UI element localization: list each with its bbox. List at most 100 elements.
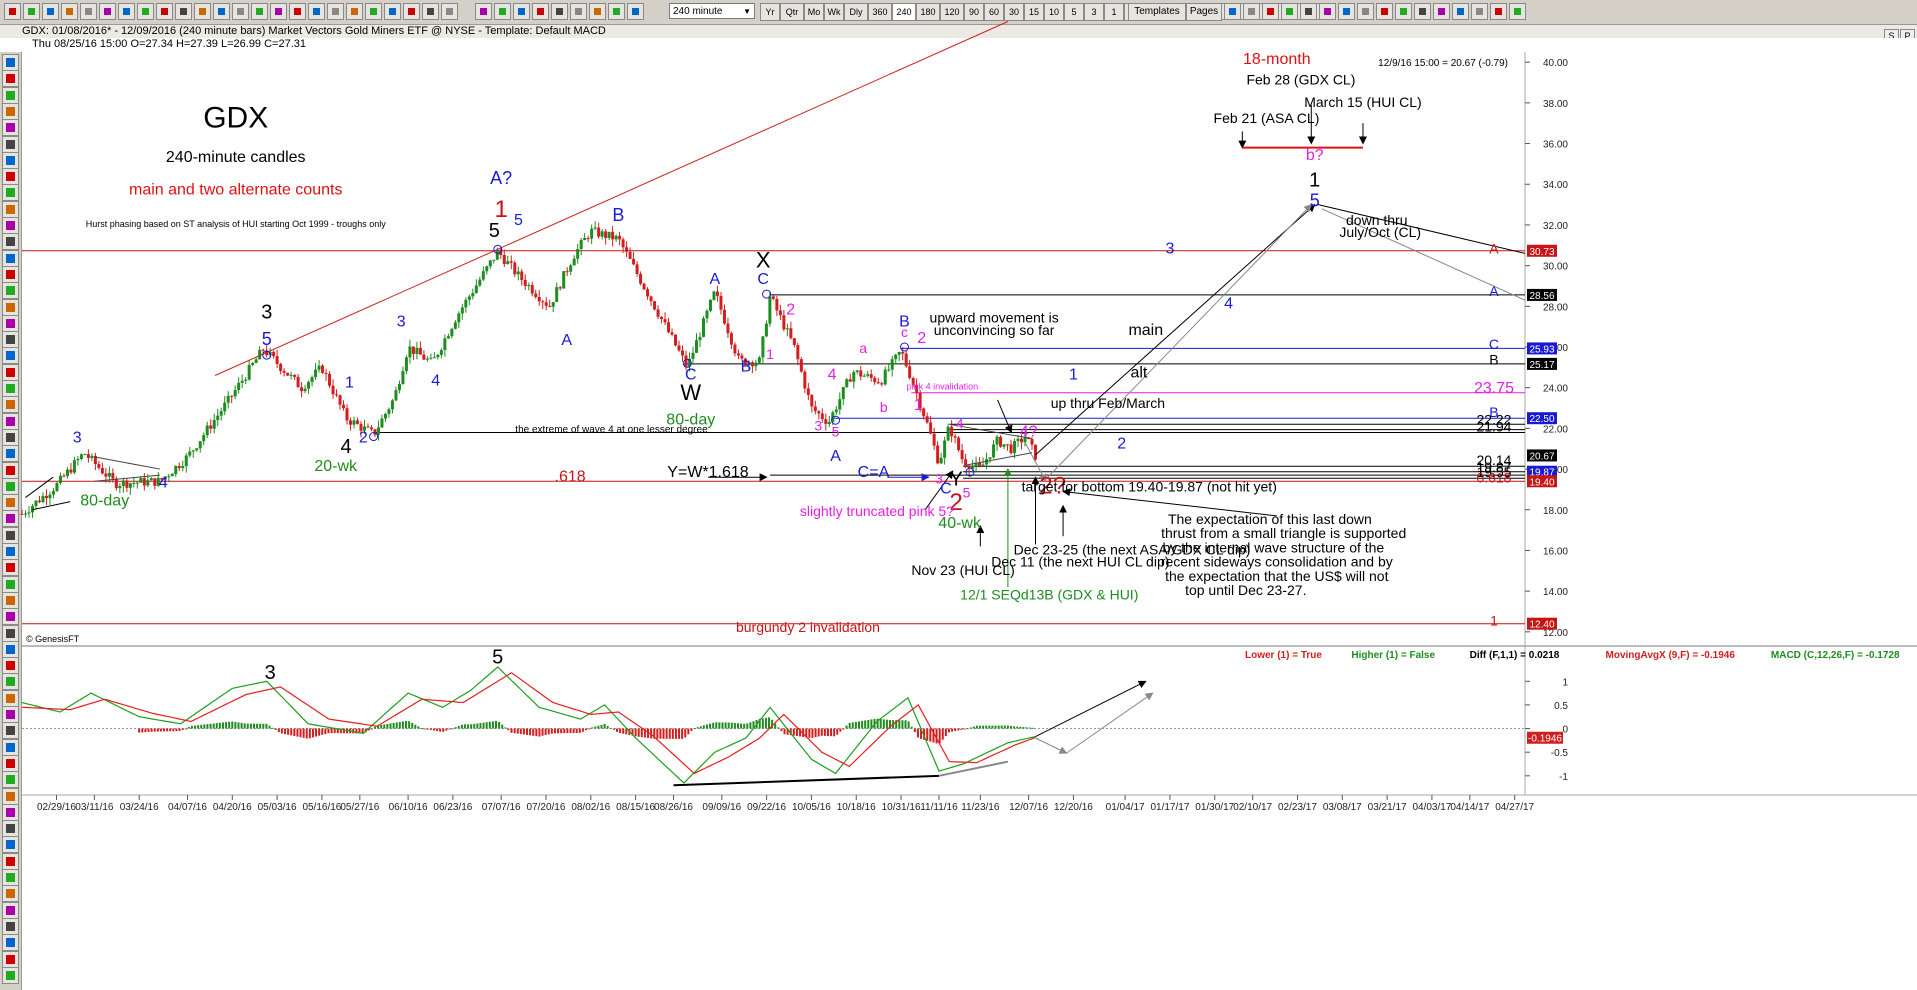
macd-histogram-bar xyxy=(401,721,404,729)
candle-body xyxy=(191,450,195,452)
price-chart[interactable]: 12.0014.0016.0018.0020.0022.0024.0026.00… xyxy=(0,0,1917,990)
candle-body xyxy=(258,349,262,360)
candle-body xyxy=(827,421,831,424)
candle-body xyxy=(957,437,961,451)
macd-histogram-bar xyxy=(426,728,429,730)
candle-body xyxy=(195,448,199,451)
macd-histogram-bar xyxy=(1022,727,1025,729)
candle-body xyxy=(443,338,447,351)
candle-body xyxy=(488,260,492,267)
macd-histogram-bar xyxy=(473,723,476,729)
macd-histogram-bar xyxy=(243,723,246,729)
candle-body xyxy=(44,495,48,499)
candle-body xyxy=(275,356,279,364)
macd-histogram-bar xyxy=(221,722,224,729)
macd-histogram-bar xyxy=(826,728,829,737)
candle-body xyxy=(782,315,786,330)
macd-histogram-bar xyxy=(392,722,395,729)
candle-body xyxy=(785,328,789,330)
macd-histogram-bar xyxy=(476,723,479,729)
wave-label: GDX xyxy=(203,101,268,134)
wave-label: main and two alternate counts xyxy=(129,181,342,198)
candle-body xyxy=(425,358,429,360)
candle-body xyxy=(726,323,730,334)
candle-body xyxy=(586,238,590,240)
macd-histogram-bar xyxy=(634,728,637,737)
candle-body xyxy=(625,247,629,252)
macd-histogram-bar xyxy=(991,725,994,729)
macd-histogram-bar xyxy=(1006,725,1009,729)
time-axis-label: 10/18/16 xyxy=(837,802,876,813)
macd-histogram-bar xyxy=(839,728,842,732)
candle-body xyxy=(380,418,384,428)
macd-histogram-bar xyxy=(569,728,572,734)
candle-body xyxy=(754,362,758,367)
candle-body xyxy=(55,483,59,492)
macd-histogram-bar xyxy=(836,728,839,735)
macd-histogram-bar xyxy=(777,727,780,729)
wave-label: 5 xyxy=(262,329,272,349)
macd-histogram-bar xyxy=(879,719,882,729)
candle-body xyxy=(369,427,373,430)
macd-histogram-bar xyxy=(665,728,668,739)
macd-histogram-bar xyxy=(795,728,798,737)
candle-body xyxy=(450,328,454,337)
macd-histogram-bar xyxy=(1025,727,1028,729)
candle-body xyxy=(890,359,894,370)
candle-body xyxy=(817,411,821,414)
candle-body xyxy=(604,231,608,238)
candle-body xyxy=(824,419,828,424)
macd-histogram-bar xyxy=(491,721,494,729)
wave-label: 21.94 xyxy=(1476,418,1511,434)
candle-body xyxy=(946,426,950,441)
wave-label: A xyxy=(830,448,841,465)
candle-body xyxy=(750,362,754,367)
price-axis-label: 24.00 xyxy=(1543,384,1568,395)
candle-body xyxy=(335,394,339,396)
candle-body xyxy=(261,349,265,351)
candle-body xyxy=(58,475,62,484)
macd-histogram-bar xyxy=(699,726,702,729)
macd-legend-item: MovingAvgX (9,F) = -0.1946 xyxy=(1606,650,1736,661)
candle-body xyxy=(509,261,513,263)
macd-histogram-bar xyxy=(274,728,277,730)
time-axis-label: 02/29/16 xyxy=(37,802,76,813)
macd-histogram-bar xyxy=(212,723,215,729)
macd-histogram-bar xyxy=(588,728,591,730)
candle-body xyxy=(649,296,653,302)
price-axis-label: 18.00 xyxy=(1543,506,1568,517)
macd-histogram-bar xyxy=(594,726,597,729)
macd-histogram-bar xyxy=(907,721,910,729)
candle-body xyxy=(925,416,929,423)
macd-histogram-bar xyxy=(693,728,696,730)
candle-body xyxy=(799,359,803,372)
macd-histogram-bar xyxy=(504,727,507,729)
macd-histogram-bar xyxy=(370,728,373,730)
macd-histogram-bar xyxy=(153,728,156,732)
macd-histogram-bar xyxy=(985,725,988,729)
candle-body xyxy=(516,271,520,275)
macd-histogram-bar xyxy=(175,728,178,732)
wave-label: b? xyxy=(1306,147,1324,164)
macd-histogram-bar xyxy=(830,728,833,737)
wave-label: 3 xyxy=(397,314,406,331)
candle-body xyxy=(352,420,356,425)
candle-body xyxy=(715,291,719,296)
macd-histogram-bar xyxy=(960,728,963,730)
macd-histogram-bar xyxy=(163,728,166,732)
macd-histogram-bar xyxy=(951,728,954,732)
macd-histogram-bar xyxy=(584,728,587,731)
macd-histogram-bar xyxy=(302,728,305,738)
time-axis-label: 11/11/16 xyxy=(920,802,958,813)
macd-histogram-bar xyxy=(591,727,594,729)
candle-body xyxy=(995,436,999,445)
time-axis-label: 03/08/17 xyxy=(1323,802,1362,813)
macd-histogram-bar xyxy=(187,726,190,729)
candle-body xyxy=(775,298,779,311)
wave-label: top until Dec 23-27. xyxy=(1185,582,1306,598)
candle-body xyxy=(736,353,740,356)
wave-label: slightly truncated pink 5? xyxy=(800,503,954,519)
macd-histogram-bar xyxy=(252,723,255,729)
candle-body xyxy=(457,313,461,323)
wave-label: 80-day xyxy=(80,493,129,510)
